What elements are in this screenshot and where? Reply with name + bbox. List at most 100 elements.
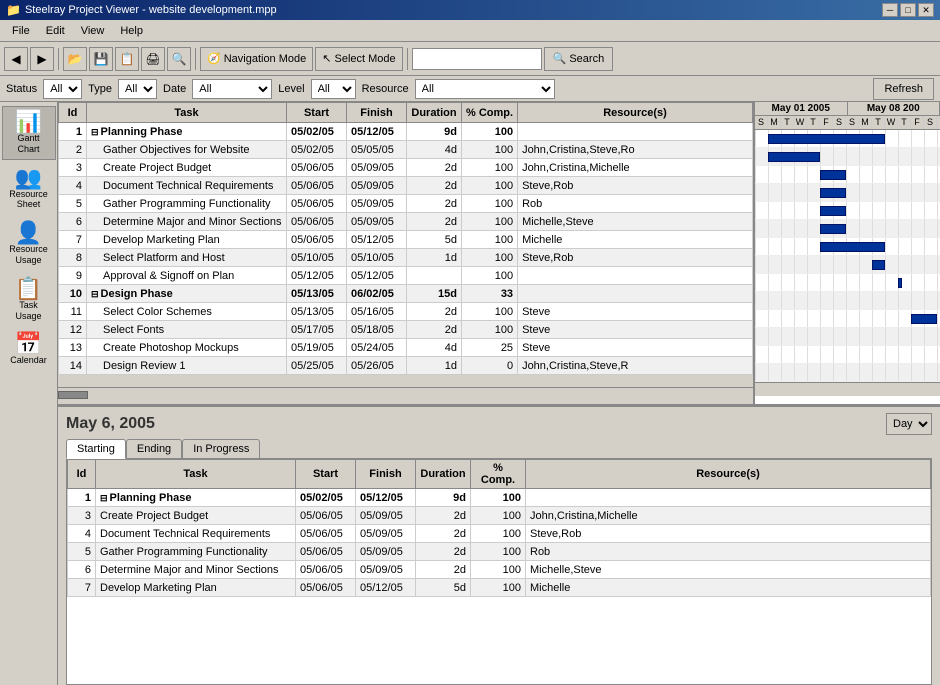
gantt-grid-line <box>768 220 769 237</box>
filter-bar: Status All Type All Date All Level All R… <box>0 76 940 102</box>
cell-resources: Steve <box>518 321 753 339</box>
gantt-grid-line <box>768 274 769 291</box>
minimize-button[interactable]: ─ <box>882 3 898 17</box>
zoom-in-button[interactable]: 🔍 <box>167 47 191 71</box>
gantt-header: May 01 2005 May 08 200 SMTWTFSSMTWTFS <box>755 102 940 130</box>
menu-edit[interactable]: Edit <box>38 23 73 39</box>
gantt-grid-line <box>937 346 938 363</box>
day-select[interactable]: Day <box>886 413 932 435</box>
tab-starting[interactable]: Starting <box>66 439 126 459</box>
gantt-chart: May 01 2005 May 08 200 SMTWTFSSMTWTFS <box>755 102 940 404</box>
cursor-icon: ↖ <box>322 52 331 65</box>
cell-finish: 05/10/05 <box>347 249 407 267</box>
maximize-button[interactable]: □ <box>900 3 916 17</box>
gantt-bar <box>820 224 846 234</box>
cell-comp: 100 <box>462 267 518 285</box>
gantt-grid-line <box>911 328 912 345</box>
main-content: 📊 GanttChart 👥 ResourceSheet 👤 ResourceU… <box>0 102 940 685</box>
nav-mode-button[interactable]: 🧭 Navigation Mode <box>200 47 313 71</box>
cell-task: Gather Objectives for Website <box>87 141 287 159</box>
gantt-grid-line <box>872 220 873 237</box>
sidebar-resource-sheet[interactable]: 👥 ResourceSheet <box>2 162 56 216</box>
compass-icon: 🧭 <box>207 52 221 65</box>
menu-file[interactable]: File <box>4 23 38 39</box>
gantt-grid-line <box>937 148 938 165</box>
bcell-task: ⊟Planning Phase <box>96 489 296 507</box>
gantt-grid-line <box>924 328 925 345</box>
bcell-resources: Steve,Rob <box>526 525 931 543</box>
top-horiz-scrollbar[interactable] <box>58 387 753 401</box>
cell-resources: Michelle,Steve <box>518 213 753 231</box>
search-button[interactable]: 🔍 Search <box>544 47 614 71</box>
gantt-grid-line <box>833 328 834 345</box>
gantt-grid-line <box>781 310 782 327</box>
gantt-scroll[interactable] <box>755 382 940 396</box>
gantt-grid-line <box>937 328 938 345</box>
sidebar-calendar[interactable]: 📅 Calendar <box>2 328 56 371</box>
save-button[interactable]: 💾 <box>89 47 113 71</box>
bottom-table-scroll[interactable]: Id Task Start Finish Duration % Comp. Re… <box>67 459 931 597</box>
print-button[interactable]: 🖨 <box>141 47 165 71</box>
cell-finish: 05/18/05 <box>347 321 407 339</box>
gantt-grid-line <box>781 256 782 273</box>
sidebar-resource-usage[interactable]: 👤 ResourceUsage <box>2 217 56 271</box>
gantt-row <box>755 328 940 346</box>
tab-in-progress[interactable]: In Progress <box>182 439 260 458</box>
gantt-grid-line <box>794 346 795 363</box>
gantt-day-label: S <box>833 116 846 129</box>
status-select[interactable]: All <box>43 79 82 99</box>
gantt-grid-line <box>872 274 873 291</box>
gantt-grid-line <box>755 220 756 237</box>
forward-button[interactable]: ▶ <box>30 47 54 71</box>
sidebar-gantt-chart[interactable]: 📊 GanttChart <box>2 106 56 160</box>
table-row: 9Approval & Signoff on Plan05/12/0505/12… <box>59 267 753 285</box>
gantt-grid-line <box>924 130 925 147</box>
cell-resources: Steve <box>518 303 753 321</box>
cell-start: 05/06/05 <box>287 231 347 249</box>
cell-task: Create Photoshop Mockups <box>87 339 287 357</box>
resource-select[interactable]: All <box>415 79 555 99</box>
bcell-id: 4 <box>68 525 96 543</box>
list-item: 6Determine Major and Minor Sections05/06… <box>68 561 931 579</box>
cell-duration <box>407 267 462 285</box>
gantt-day-label: T <box>898 116 911 129</box>
cell-id: 5 <box>59 195 87 213</box>
copy-button[interactable]: 📋 <box>115 47 139 71</box>
cell-comp: 100 <box>462 159 518 177</box>
gantt-grid-line <box>859 256 860 273</box>
bottom-table-container: Id Task Start Finish Duration % Comp. Re… <box>66 458 932 685</box>
menu-view[interactable]: View <box>73 23 113 39</box>
level-select[interactable]: All <box>311 79 356 99</box>
bcell-start: 05/06/05 <box>296 525 356 543</box>
back-button[interactable]: ◀ <box>4 47 28 71</box>
cell-resources: John,Cristina,Michelle <box>518 159 753 177</box>
gantt-bar <box>911 314 937 324</box>
select-mode-button[interactable]: ↖ Select Mode <box>315 47 402 71</box>
gantt-grid-line <box>924 292 925 309</box>
cell-comp: 100 <box>462 249 518 267</box>
type-select[interactable]: All <box>118 79 157 99</box>
cell-finish: 05/12/05 <box>347 267 407 285</box>
cell-task: Select Fonts <box>87 321 287 339</box>
cell-start: 05/13/05 <box>287 303 347 321</box>
bcell-finish: 05/12/05 <box>356 489 416 507</box>
task-table-scroll[interactable]: Id Task Start Finish Duration % Comp. Re… <box>58 102 753 387</box>
menu-help[interactable]: Help <box>112 23 151 39</box>
refresh-button[interactable]: Refresh <box>873 78 934 100</box>
tab-ending[interactable]: Ending <box>126 439 182 458</box>
date-select[interactable]: All <box>192 79 272 99</box>
select-mode-label: Select Mode <box>334 53 395 65</box>
open-button[interactable]: 📂 <box>63 47 87 71</box>
gantt-grid-line <box>781 220 782 237</box>
gantt-grid-line <box>898 292 899 309</box>
sidebar-resource-sheet-label: ResourceSheet <box>9 189 48 211</box>
task-table-container: Id Task Start Finish Duration % Comp. Re… <box>58 102 755 404</box>
sidebar-task-usage[interactable]: 📋 TaskUsage <box>2 273 56 327</box>
gantt-grid-line <box>755 184 756 201</box>
gantt-grid-line <box>898 310 899 327</box>
cell-comp: 100 <box>462 195 518 213</box>
search-input[interactable] <box>412 48 542 70</box>
gantt-day-label: F <box>820 116 833 129</box>
gantt-row <box>755 130 940 148</box>
close-button[interactable]: ✕ <box>918 3 934 17</box>
